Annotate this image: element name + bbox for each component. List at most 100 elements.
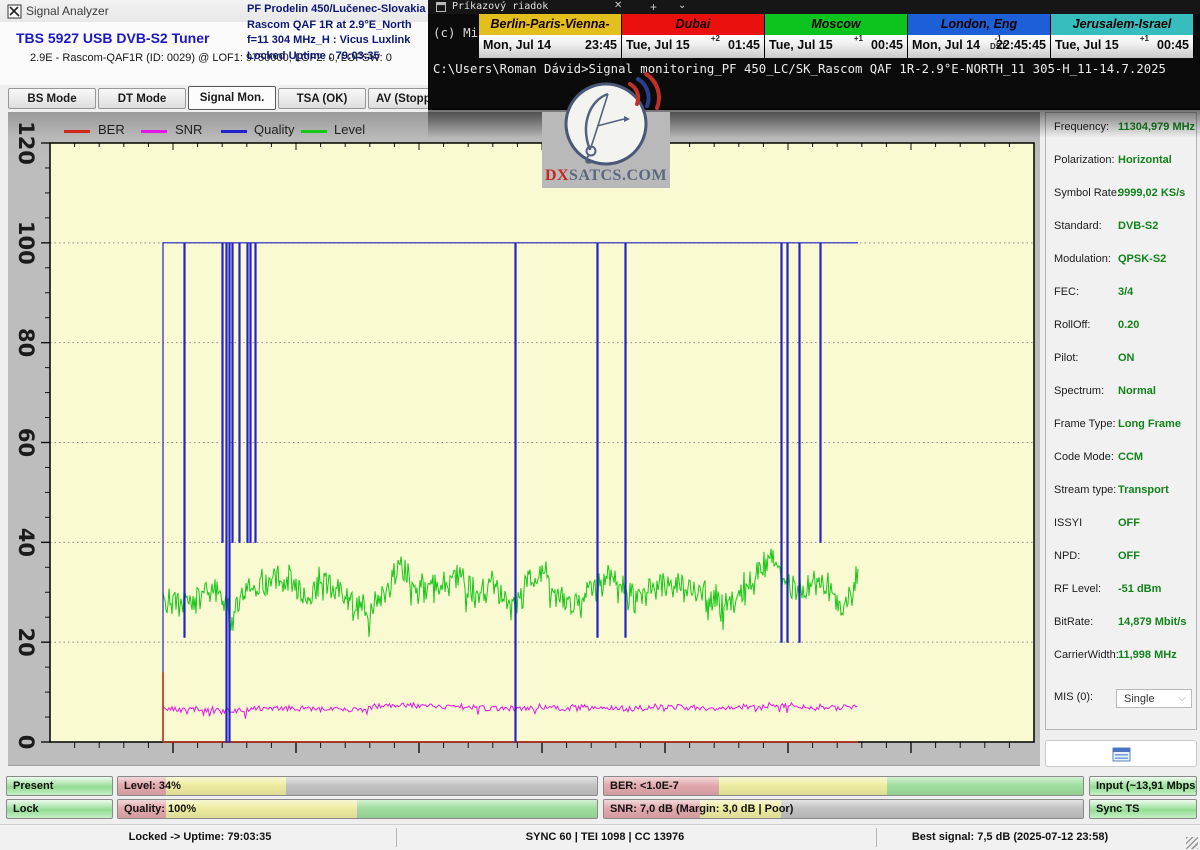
close-icon[interactable]: ✕ [614,0,622,11]
signal-history-plot: 020406080100120 [8,112,1040,765]
param-label-14: RF Level: [1054,583,1101,595]
info-line-4: Locked Uptime : 79:03:35 [247,49,429,65]
tab-dt-mode[interactable]: DT Mode [98,88,186,109]
param-label-8: Spectrum: [1054,385,1104,397]
param-label-15: BitRate: [1054,616,1093,628]
meter-shine [118,777,597,795]
param-label-2: Symbol Rate: [1054,187,1120,199]
clock-time: 23:45 [585,38,617,52]
statusbar-sync-counters: SYNC 60 | TEI 1098 | CC 13976 [440,831,770,843]
tuner-title: TBS 5927 USB DVB-S2 Tuner [16,30,209,46]
badge-sync: Sync TS [1089,799,1197,819]
meter-label: BER: <1.0E-7 [610,777,679,796]
legend-label-snr: SNR [175,122,202,137]
transponder-parameters-panel: MIS (0): Single ⌵ Frequency:11304,979 MH… [1045,112,1197,730]
clock-city: Dubai [622,14,764,35]
svg-text:0: 0 [14,735,38,750]
param-value-12: OFF [1118,517,1140,529]
mis-label: MIS (0): [1054,691,1093,703]
param-value-9: Long Frame [1118,418,1181,430]
meter-label: Quality: 100% [124,800,196,819]
clock-time: 22:45:45 [996,38,1046,52]
signal-analyzer-app: Signal Analyzer TBS 5927 USB DVB-S2 Tune… [0,0,1200,850]
tab-signal-mon-[interactable]: Signal Mon. [188,86,276,110]
legend-dash-ber [64,130,90,133]
param-value-3: DVB-S2 [1118,220,1158,232]
legend-label-quality: Quality [254,122,294,137]
meter-ber: BER: <1.0E-7 [603,776,1084,796]
clock-utc-offset: +2 [711,35,720,43]
param-value-7: ON [1118,352,1135,364]
new-tab-icon[interactable]: + [650,0,657,14]
clock-date: Mon, Jul 14 [912,38,980,52]
terminal-tab-bar: Príkazový riadok ✕ + ⌄ [428,0,1200,14]
clock-moscow: MoscowTue, Jul 15+100:45 [765,14,908,58]
param-value-11: Transport [1118,484,1169,496]
signal-chart-panel: 020406080100120 BERSNRQualityLevel [8,112,1040,766]
param-label-11: Stream type: [1054,484,1116,496]
badge-present: Present [6,776,113,796]
param-label-13: NPD: [1054,550,1080,562]
param-label-9: Frame Type: [1054,418,1116,430]
legend-dash-snr [141,130,167,133]
param-value-1: Horizontal [1118,154,1172,166]
tab-tsa-ok-[interactable]: TSA (OK) [278,88,366,109]
legend-label-level: Level [334,122,365,137]
param-label-4: Modulation: [1054,253,1111,265]
statusbar-divider [396,828,397,847]
svg-text:80: 80 [14,328,38,357]
clock-berlin-paris-vienna-roma: Berlin-Paris-Vienna-Roma Mon, Jul 14 23:45 [479,14,622,58]
clock-date: Mon, Jul 14 [483,38,551,52]
resize-grip[interactable] [1186,837,1198,849]
chevron-down-icon: ⌵ [1178,690,1186,708]
ts-tool-button[interactable] [1045,740,1197,767]
param-label-5: FEC: [1054,286,1079,298]
param-value-4: QPSK-S2 [1118,253,1166,265]
clock-time: 00:45 [871,38,903,52]
param-label-3: Standard: [1054,220,1102,232]
ts-list-icon [1112,747,1131,762]
svg-text:100: 100 [14,221,38,265]
statusbar-best-signal: Best signal: 7,5 dB (2025-07-12 23:58) [890,831,1130,843]
mode-tab-bar: BS ModeDT ModeSignal Mon.TSA (OK)AV (Sto… [0,85,428,112]
clock-city: Moscow [765,14,907,35]
param-label-6: RollOff: [1054,319,1090,331]
window-title: Signal Analyzer [26,4,109,18]
param-label-0: Frequency: [1054,121,1109,133]
param-value-13: OFF [1118,550,1140,562]
badge-lock: Lock [6,799,113,819]
param-value-6: 0.20 [1118,319,1139,331]
param-value-2: 9999,02 KS/s [1118,187,1185,199]
svg-text:120: 120 [14,121,38,165]
info-line-2: Rascom QAF 1R at 2.9°E_North [247,18,429,34]
param-value-16: 11,998 MHz [1118,649,1177,661]
meter-label: SNR: 7,0 dB (Margin: 3,0 dB | Poor) [610,800,793,819]
mis-dropdown[interactable]: Single ⌵ [1116,689,1192,708]
terminal-tab-icon [436,2,446,12]
chevron-down-icon[interactable]: ⌄ [678,0,686,11]
meter-quality: Quality: 100% [117,799,598,819]
clock-date: Tue, Jul 15 [1055,38,1119,52]
param-label-7: Pilot: [1054,352,1078,364]
clock-city: Berlin-Paris-Vienna-Roma [479,14,621,35]
svg-text:20: 20 [14,628,38,657]
badge-input: Input (~13,91 Mbps) [1089,776,1197,796]
param-label-12: ISSYI [1054,517,1082,529]
meter-snr: SNR: 7,0 dB (Margin: 3,0 dB | Poor) [603,799,1084,819]
clock-utc-offset: +1 [854,35,863,43]
param-value-15: 14,879 Mbit/s [1118,616,1186,628]
param-label-16: CarrierWidth: [1054,649,1119,661]
statusbar-lock-uptime: Locked -> Uptime: 79:03:35 [30,831,370,843]
clock-time: 00:45 [1157,38,1189,52]
param-value-14: -51 dBm [1118,583,1161,595]
terminal-tab-title: Príkazový riadok [452,1,548,12]
tab-bs-mode[interactable]: BS Mode [8,88,96,109]
meter-level: Level: 34% [117,776,598,796]
param-value-8: Normal [1118,385,1156,397]
antenna-info-block: PF Prodelin 450/Lučenec-Slovakia Rascom … [247,2,429,64]
legend-dash-quality [221,130,247,133]
app-icon [7,4,22,19]
tab-av-stopped-[interactable]: AV (Stopped) [368,88,428,109]
clock-body: Mon, Jul 14-1DST22:45:45 [908,35,1050,58]
info-line-1: PF Prodelin 450/Lučenec-Slovakia [247,2,429,18]
